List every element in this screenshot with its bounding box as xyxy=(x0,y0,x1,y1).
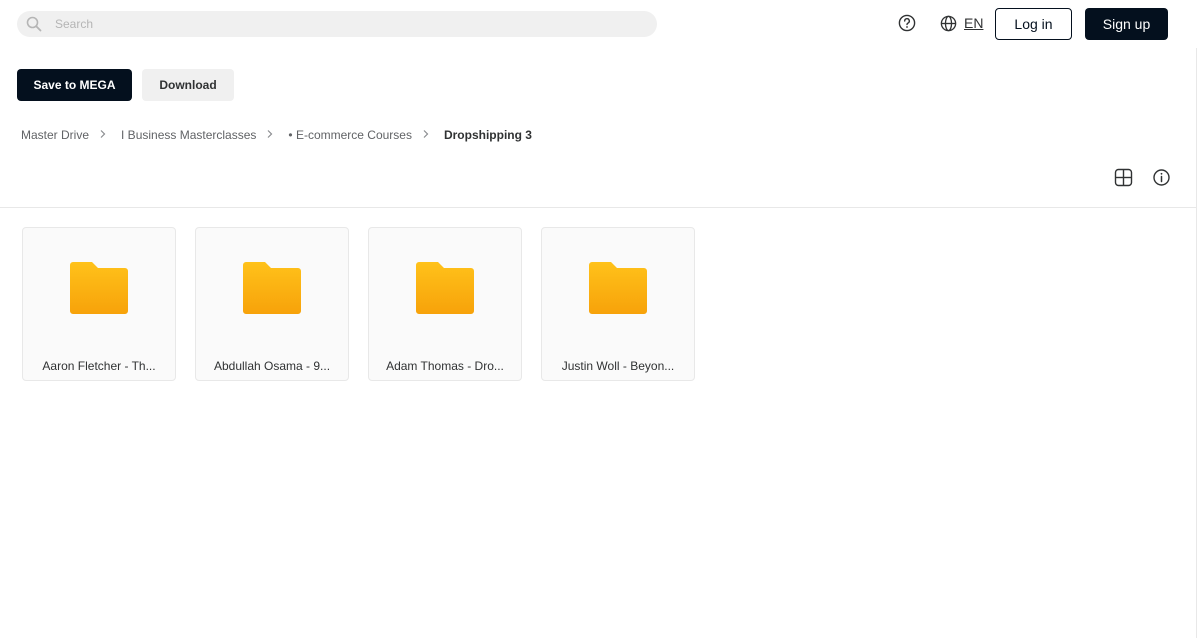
login-button[interactable]: Log in xyxy=(995,8,1072,40)
download-button[interactable]: Download xyxy=(142,69,234,101)
signup-button[interactable]: Sign up xyxy=(1085,8,1168,40)
content-divider xyxy=(0,207,1196,208)
folder-icon xyxy=(70,262,128,314)
globe-icon xyxy=(940,15,957,31)
language-selector[interactable]: EN xyxy=(939,13,983,33)
folder-card[interactable]: Adam Thomas - Dro... xyxy=(368,227,522,381)
breadcrumb-item-ecommerce-courses[interactable]: • E-commerce Courses xyxy=(288,128,412,142)
chevron-right-icon xyxy=(267,130,273,138)
breadcrumb-item-business-masterclasses[interactable]: I Business Masterclasses xyxy=(121,128,256,142)
grid-view-icon[interactable] xyxy=(1114,168,1133,187)
breadcrumb-current: Dropshipping 3 xyxy=(443,128,532,142)
search-input[interactable] xyxy=(55,11,645,37)
folder-card[interactable]: Abdullah Osama - 9... xyxy=(195,227,349,381)
breadcrumb-item-master-drive[interactable]: Master Drive xyxy=(21,128,89,142)
breadcrumb: Master Drive I Business Masterclasses • … xyxy=(21,127,532,143)
folder-icon xyxy=(416,262,474,314)
folder-card[interactable]: Aaron Fletcher - Th... xyxy=(22,227,176,381)
chevron-right-icon xyxy=(423,130,429,138)
search-icon xyxy=(26,16,42,32)
folder-name: Adam Thomas - Dro... xyxy=(386,359,504,373)
question-circle-icon[interactable] xyxy=(897,13,917,33)
folder-icon xyxy=(589,262,647,314)
info-icon[interactable] xyxy=(1152,168,1171,187)
save-to-mega-button[interactable]: Save to MEGA xyxy=(17,69,132,101)
top-bar: EN Log in Sign up xyxy=(0,0,1197,48)
folder-grid: Aaron Fletcher - Th... Abdullah Osama - … xyxy=(22,227,714,381)
folder-name: Abdullah Osama - 9... xyxy=(213,359,331,373)
search-bar[interactable] xyxy=(17,11,657,37)
language-label[interactable]: EN xyxy=(964,15,983,31)
chevron-right-icon xyxy=(100,130,106,138)
folder-name: Justin Woll - Beyon... xyxy=(561,359,675,373)
folder-card[interactable]: Justin Woll - Beyon... xyxy=(541,227,695,381)
folder-name: Aaron Fletcher - Th... xyxy=(42,359,156,373)
folder-icon xyxy=(243,262,301,314)
